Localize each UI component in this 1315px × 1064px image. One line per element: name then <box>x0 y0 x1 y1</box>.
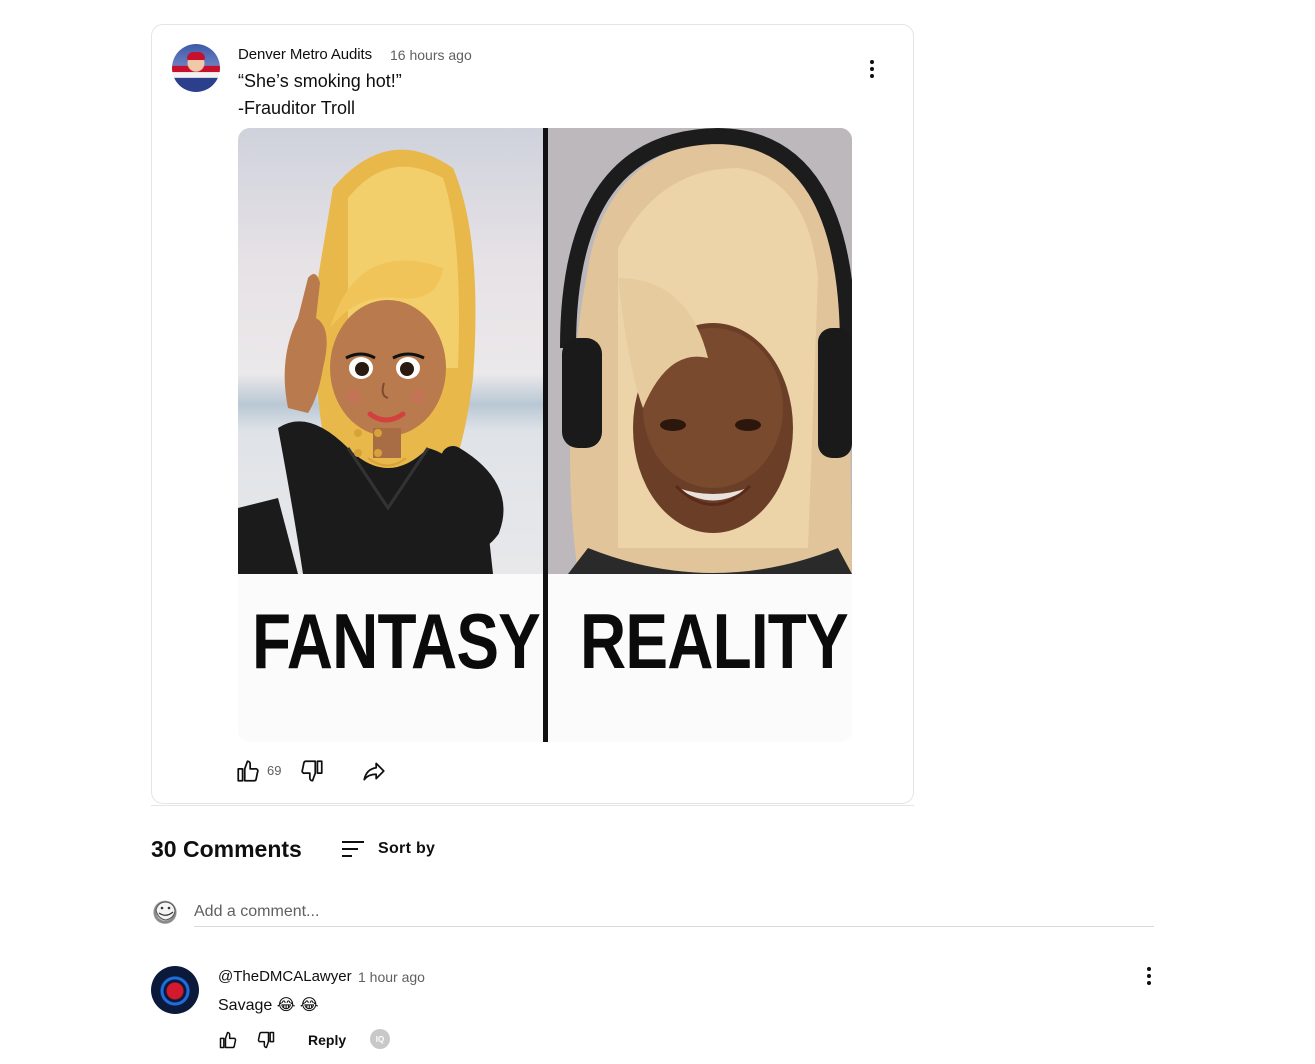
community-post-page: Denver Metro Audits 16 hours ago “She’s … <box>0 0 1315 1064</box>
sort-by-button[interactable]: Sort by <box>340 834 435 864</box>
thumb-up-icon <box>237 760 259 782</box>
comment-author[interactable]: @TheDMCALawyer <box>218 968 352 985</box>
post-menu-button[interactable] <box>858 55 886 83</box>
post-image[interactable]: FANTASY REALITY <box>238 128 852 742</box>
comments-count-title: 30 Comments <box>151 836 302 862</box>
thumb-up-icon <box>219 1031 237 1049</box>
more-vert-icon <box>1147 967 1151 985</box>
commenter-avatar[interactable] <box>151 966 199 1014</box>
thumb-down-icon <box>301 760 323 782</box>
reply-button[interactable]: Reply <box>302 1030 352 1050</box>
cartoon-illustration <box>238 149 504 574</box>
creator-badge: IQ <box>370 1029 390 1049</box>
more-vert-icon <box>870 60 874 78</box>
sort-icon <box>342 841 364 857</box>
channel-avatar[interactable] <box>172 44 220 92</box>
post-author[interactable]: Denver Metro Audits <box>238 46 372 63</box>
share-icon <box>363 762 385 781</box>
post-separator <box>151 805 914 806</box>
avatar-hat-shape <box>187 52 205 60</box>
image-divider <box>543 128 548 742</box>
troll-face-icon <box>155 901 176 921</box>
dislike-button[interactable] <box>296 755 328 787</box>
reality-caption: REALITY <box>580 597 849 685</box>
fantasy-panel <box>238 128 543 574</box>
post-text-line-1: “She’s smoking hot!” <box>238 71 402 91</box>
comment-like-button[interactable] <box>216 1028 240 1052</box>
post-text-line-2: -Frauditor Troll <box>238 98 356 118</box>
comment-menu-button[interactable] <box>1135 962 1163 990</box>
photo-illustration <box>548 128 852 574</box>
sort-by-label: Sort by <box>378 840 436 857</box>
post-card: Denver Metro Audits 16 hours ago “She’s … <box>151 24 914 804</box>
reality-panel <box>548 128 852 574</box>
post-time[interactable]: 16 hours ago <box>390 47 472 63</box>
add-comment-input[interactable] <box>194 898 1154 927</box>
comment-time[interactable]: 1 hour ago <box>358 969 425 985</box>
fantasy-caption: FANTASY <box>252 597 541 685</box>
comment-text: Savage 😂 😂 <box>218 997 319 1014</box>
thumb-down-icon <box>257 1031 275 1049</box>
like-count: 69 <box>267 763 282 778</box>
comment-dislike-button[interactable] <box>254 1028 278 1052</box>
like-button[interactable] <box>232 755 264 787</box>
share-button[interactable] <box>358 755 390 787</box>
user-avatar[interactable] <box>152 898 178 924</box>
